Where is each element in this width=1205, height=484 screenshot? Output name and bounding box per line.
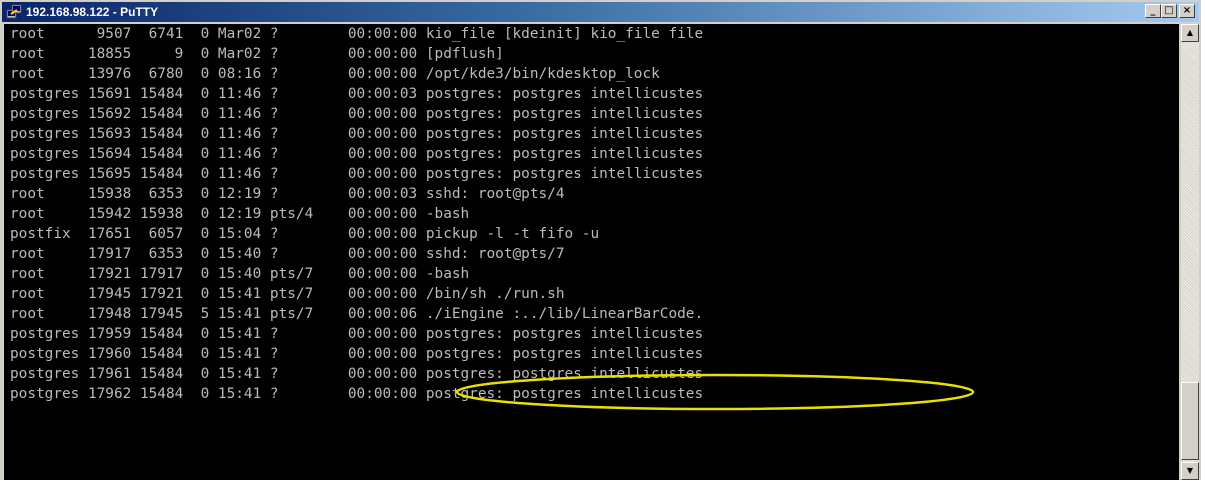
terminal-line: root 17945 17921 0 15:41 pts/7 00:00:00 … — [10, 286, 565, 302]
scrollbar-thumb[interactable] — [1181, 382, 1199, 460]
terminal-line: postgres 15693 15484 0 11:46 ? 00:00:00 … — [10, 126, 704, 142]
terminal-line: postgres 17962 15484 0 15:41 ? 00:00:00 … — [10, 386, 704, 402]
terminal-line: postgres 15695 15484 0 11:46 ? 00:00:00 … — [10, 166, 704, 182]
terminal-line: root 15942 15938 0 12:19 pts/4 00:00:00 … — [10, 206, 470, 222]
terminal-line: postgres 15692 15484 0 11:46 ? 00:00:00 … — [10, 106, 704, 122]
terminal-line: root 17917 6353 0 15:40 ? 00:00:00 sshd:… — [10, 246, 565, 262]
terminal-area[interactable]: root 9507 6741 0 Mar02 ? 00:00:00 kio_fi… — [4, 24, 1179, 480]
close-button[interactable]: × — [1179, 4, 1195, 18]
terminal-line: root 9507 6741 0 Mar02 ? 00:00:00 kio_fi… — [10, 26, 704, 42]
scroll-down-arrow-icon[interactable]: ▼ — [1181, 462, 1199, 480]
minimize-button[interactable]: _ — [1145, 4, 1161, 18]
putty-window: 192.168.98.122 - PuTTY _ □ × root 9507 6… — [0, 0, 1201, 480]
scroll-up-arrow-icon[interactable]: ▲ — [1181, 24, 1199, 42]
terminal-line: postgres 15694 15484 0 11:46 ? 00:00:00 … — [10, 146, 704, 162]
terminal-line: postgres 17960 15484 0 15:41 ? 00:00:00 … — [10, 346, 704, 362]
terminal-line: postgres 17961 15484 0 15:41 ? 00:00:00 … — [10, 366, 704, 382]
terminal-line: root 17948 17945 5 15:41 pts/7 00:00:06 … — [10, 306, 704, 322]
window-title: 192.168.98.122 - PuTTY — [26, 5, 159, 19]
maximize-button[interactable]: □ — [1161, 4, 1177, 18]
title-bar[interactable]: 192.168.98.122 - PuTTY _ □ × — [2, 2, 1199, 22]
terminal-line: postgres 17959 15484 0 15:41 ? 00:00:00 … — [10, 326, 704, 342]
terminal-line: postgres 15691 15484 0 11:46 ? 00:00:03 … — [10, 86, 704, 102]
terminal-line: root 17921 17917 0 15:40 pts/7 00:00:00 … — [10, 266, 470, 282]
vertical-scrollbar[interactable]: ▲ ▼ — [1181, 24, 1199, 480]
terminal-line: root 13976 6780 0 08:16 ? 00:00:00 /opt/… — [10, 66, 660, 82]
terminal-line: root 18855 9 0 Mar02 ? 00:00:00 [pdflush… — [10, 46, 504, 62]
terminal-line: postfix 17651 6057 0 15:04 ? 00:00:00 pi… — [10, 226, 600, 242]
terminal-line: root 15938 6353 0 12:19 ? 00:00:03 sshd:… — [10, 186, 565, 202]
putty-icon — [6, 4, 22, 19]
